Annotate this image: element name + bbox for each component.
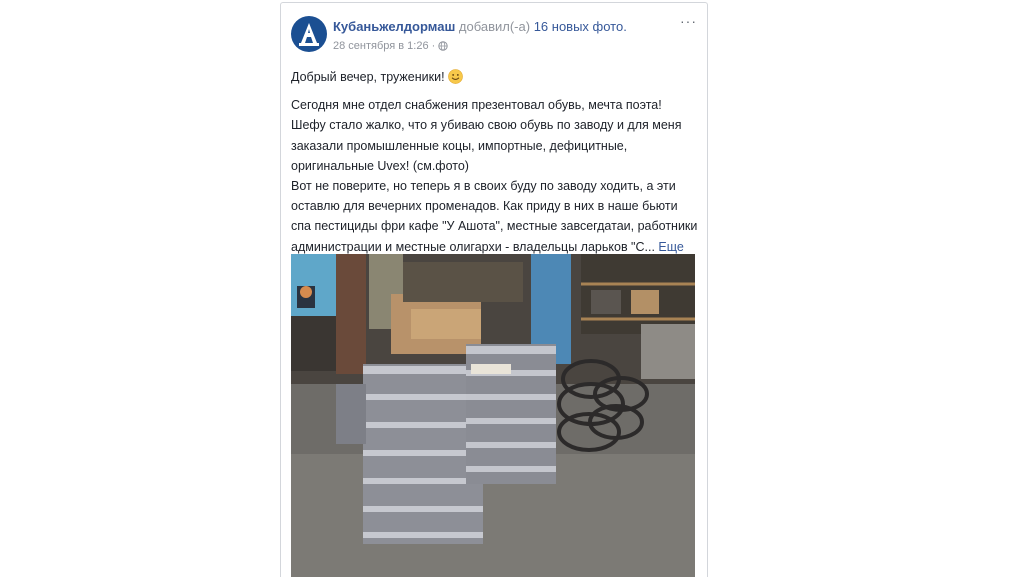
logo-letter-a-icon (299, 23, 319, 46)
post-meta: 28 сентября в 1:26 · (333, 40, 448, 52)
post-text-line: оставлю для вечерних променадов. Как при… (291, 199, 678, 214)
ingot-stack-middle (466, 344, 556, 484)
post-action-text: добавил(-а) (458, 19, 531, 34)
post-text-line: Шефу стало жалко, что я убиваю свою обув… (291, 118, 682, 133)
post-text-line: оригинальные Uvex! (см.фото) (291, 158, 469, 173)
post-text-line: заказали промышленные коцы, импортные, д… (291, 138, 628, 153)
page-avatar[interactable] (291, 16, 327, 52)
see-more-link[interactable]: Еще (658, 240, 683, 254)
post-timestamp[interactable]: 28 сентября в 1:26 (333, 40, 429, 52)
warehouse-photo-image (291, 254, 695, 577)
facebook-post-card: Кубаньжелдормаш добавил(-а) 16 новых фот… (280, 2, 708, 577)
greeting-text: Добрый вечер, труженики! (291, 70, 445, 84)
globe-icon[interactable] (438, 41, 448, 51)
photo-count-link[interactable]: 16 новых фото. (534, 19, 627, 34)
post-body: Добрый вечер, труженики! Сегодня мне отд… (291, 67, 701, 257)
post-text-line: спа пестициды фри кафе "У Ашота", местны… (291, 219, 698, 234)
post-greeting: Добрый вечер, труженики! (291, 67, 701, 87)
post-text-line: администрации и местные олигархи - владе… (291, 239, 655, 254)
smiley-emoji-icon (447, 69, 463, 84)
page-name-link[interactable]: Кубаньжелдормаш (333, 19, 455, 34)
post-photo[interactable] (291, 254, 695, 577)
post-text-line: Сегодня мне отдел снабжения презентовал … (291, 98, 662, 113)
more-options-icon[interactable]: ··· (680, 14, 697, 28)
post-text-line: Вот не поверите, но теперь я в своих буд… (291, 179, 676, 194)
post-header-title: Кубаньжелдормаш добавил(-а) 16 новых фот… (333, 19, 627, 34)
meta-separator: · (431, 40, 436, 52)
